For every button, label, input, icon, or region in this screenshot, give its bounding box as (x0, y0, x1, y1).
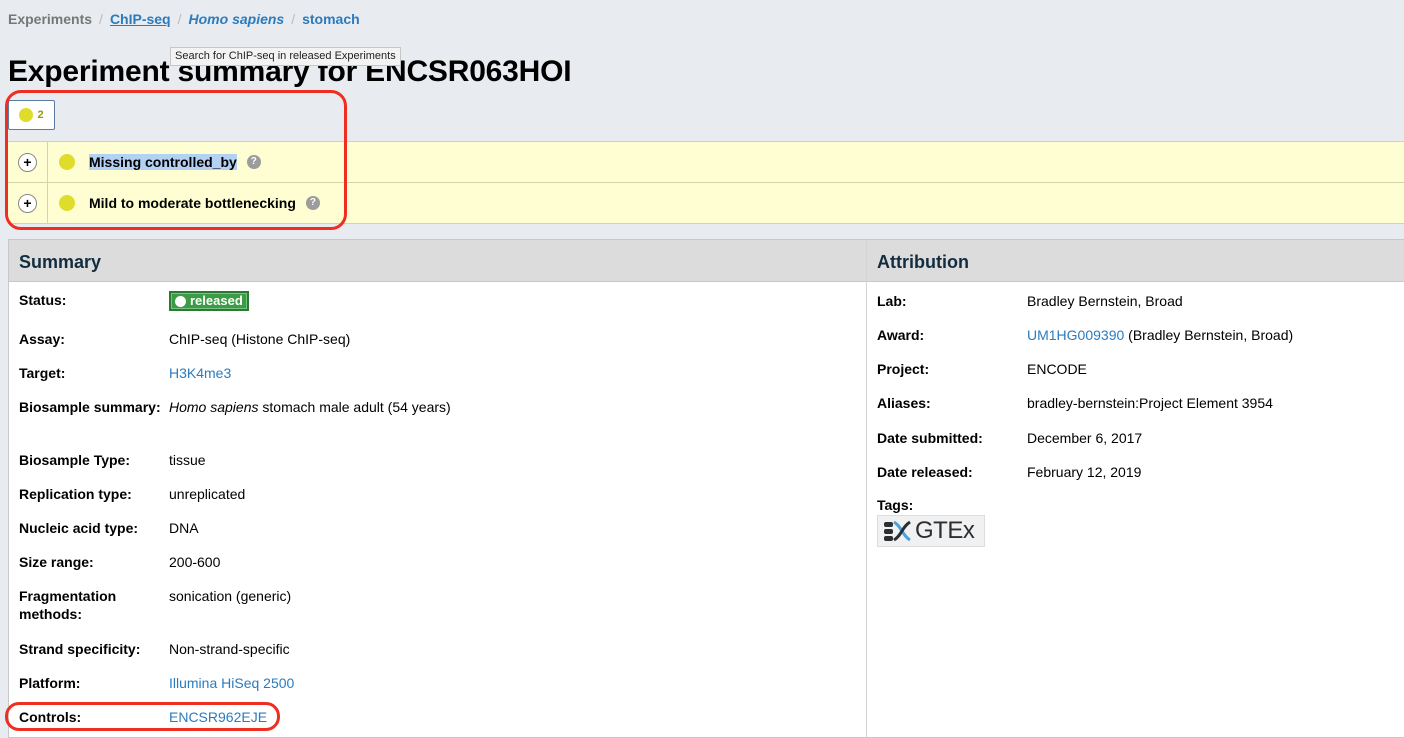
expand-plus-icon[interactable]: + (18, 152, 37, 172)
attribution-row-tags: Tags: (877, 496, 1027, 514)
field-value: released (169, 291, 249, 311)
attribution-row-date-released: Date released: February 12, 2019 (877, 463, 1141, 481)
field-label: Strand specificity: (19, 641, 141, 657)
audit-warning-dot-icon (59, 195, 75, 211)
status-badge: released (169, 291, 249, 311)
attribution-row-date-submitted: Date submitted: December 6, 2017 (877, 429, 1142, 447)
attribution-row-aliases: Aliases: bradley-bernstein:Project Eleme… (877, 394, 1273, 412)
breadcrumb-tooltip: Search for ChIP-seq in released Experime… (170, 47, 401, 66)
platform-link[interactable]: Illumina HiSeq 2500 (169, 674, 294, 692)
field-label: Assay: (19, 331, 65, 347)
award-link[interactable]: UM1HG009390 (1027, 327, 1124, 343)
field-label: Date submitted: (877, 430, 983, 446)
field-label: Award: (877, 327, 925, 343)
summary-row-target: Target: H3K4me3 (19, 364, 231, 382)
field-value: ChIP-seq (Histone ChIP-seq) (169, 331, 351, 347)
field-label: Tags: (877, 497, 914, 513)
summary-heading: Summary (9, 240, 866, 282)
controls-link[interactable]: ENCSR962EJE (169, 708, 267, 726)
field-value: tissue (169, 452, 206, 468)
summary-row-assay: Assay: ChIP-seq (Histone ChIP-seq) (19, 330, 350, 348)
audit-indicator-button[interactable]: 2 (8, 100, 55, 130)
field-label: Aliases: (877, 395, 931, 411)
field-value: December 6, 2017 (1027, 430, 1143, 446)
audit-expander-cell: + (8, 142, 48, 182)
field-label: Replication type: (19, 486, 132, 502)
audit-row: + Mild to moderate bottlenecking ? (8, 183, 1404, 224)
help-question-icon[interactable]: ? (246, 155, 261, 169)
field-label: Size range: (19, 554, 94, 570)
attribution-row-project: Project: ENCODE (877, 360, 1087, 378)
breadcrumb-separator: / (291, 11, 296, 27)
summary-row-fragmentation: Fragmentation methods: sonication (gener… (19, 587, 291, 623)
field-value: Non-strand-specific (169, 641, 290, 657)
field-value: 200-600 (169, 554, 221, 570)
award-description: (Bradley Bernstein, Broad) (1128, 327, 1294, 343)
field-value: Bradley Bernstein, Broad (1027, 293, 1183, 309)
attribution-row-award: Award: UM1HG009390 (Bradley Bernstein, B… (877, 326, 1293, 344)
breadcrumb-separator: / (177, 11, 182, 27)
audit-label: Missing controlled_by (89, 154, 237, 170)
experiment-panel: Summary Status: released Assay: ChIP-seq… (8, 239, 1404, 738)
summary-row-platform: Platform: Illumina HiSeq 2500 (19, 674, 294, 692)
field-label: Date released: (877, 464, 973, 480)
field-value: ENCODE (1027, 361, 1087, 377)
field-label: Biosample summary: (19, 399, 161, 415)
field-label: Target: (19, 365, 66, 381)
field-label: Status: (19, 292, 67, 308)
biosample-organism: Homo sapiens (169, 399, 259, 415)
breadcrumb-assay-link[interactable]: ChIP-seq (110, 11, 171, 27)
summary-row-size-range: Size range: 200-600 (19, 553, 220, 571)
breadcrumb-organ-link[interactable]: stomach (302, 11, 360, 27)
field-label: Controls: (19, 709, 82, 725)
summary-row-status: Status: released (19, 291, 249, 311)
summary-row-biosample-type: Biosample Type: tissue (19, 451, 206, 469)
field-value: sonication (generic) (169, 588, 292, 604)
breadcrumb-experiments[interactable]: Experiments (8, 11, 92, 27)
breadcrumb-separator: / (99, 11, 103, 27)
field-label: Fragmentation methods: (19, 588, 117, 622)
status-text: released (190, 293, 243, 308)
biosample-description: stomach male adult (54 years) (262, 399, 451, 415)
field-label: Biosample Type: (19, 452, 130, 468)
breadcrumb: Experiments / ChIP-seq / Homo sapiens / … (8, 11, 360, 27)
attribution-row-lab: Lab: Bradley Bernstein, Broad (877, 292, 1183, 310)
field-value: unreplicated (169, 486, 246, 502)
field-value: DNA (169, 520, 199, 536)
summary-row-nucleic-acid: Nucleic acid type: DNA (19, 519, 199, 537)
field-label: Project: (877, 361, 930, 377)
attribution-heading: Attribution (867, 240, 1404, 282)
summary-row-strand: Strand specificity: Non-strand-specific (19, 640, 290, 658)
audit-detail-panel: + Missing controlled_by ? + Mild to mode… (8, 141, 1404, 224)
gtex-tag-logo[interactable]: GTEx (877, 515, 985, 547)
status-dot-icon (175, 295, 186, 307)
audit-expander-cell: + (8, 183, 48, 223)
summary-section: Summary Status: released Assay: ChIP-seq… (9, 240, 867, 737)
breadcrumb-organism-link[interactable]: Homo sapiens (189, 11, 285, 27)
audit-row: + Missing controlled_by ? (8, 142, 1404, 183)
field-label: Platform: (19, 675, 81, 691)
gtex-logo-text: GTEx (915, 517, 975, 544)
field-label: Nucleic acid type: (19, 520, 139, 536)
field-value: bradley-bernstein:Project Element 3954 (1027, 395, 1273, 411)
attribution-section: Attribution Lab: Bradley Bernstein, Broa… (867, 240, 1404, 737)
gtex-dna-icon (884, 520, 911, 542)
target-link[interactable]: H3K4me3 (169, 364, 231, 382)
field-label: Lab: (877, 293, 907, 309)
audit-count: 2 (37, 109, 44, 121)
field-value: Homo sapiens stomach male adult (54 year… (169, 398, 451, 416)
field-value: UM1HG009390 (Bradley Bernstein, Broad) (1027, 326, 1293, 344)
audit-warning-dot-icon (19, 108, 34, 122)
help-question-icon[interactable]: ? (305, 196, 320, 210)
expand-plus-icon[interactable]: + (18, 193, 37, 213)
summary-row-replication: Replication type: unreplicated (19, 485, 245, 503)
field-value: February 12, 2019 (1027, 464, 1142, 480)
summary-row-biosample: Biosample summary: Homo sapiens stomach … (19, 398, 451, 416)
audit-warning-dot-icon (59, 154, 75, 170)
summary-row-controls: Controls: ENCSR962EJE (19, 708, 267, 726)
audit-label: Mild to moderate bottlenecking (89, 195, 296, 211)
